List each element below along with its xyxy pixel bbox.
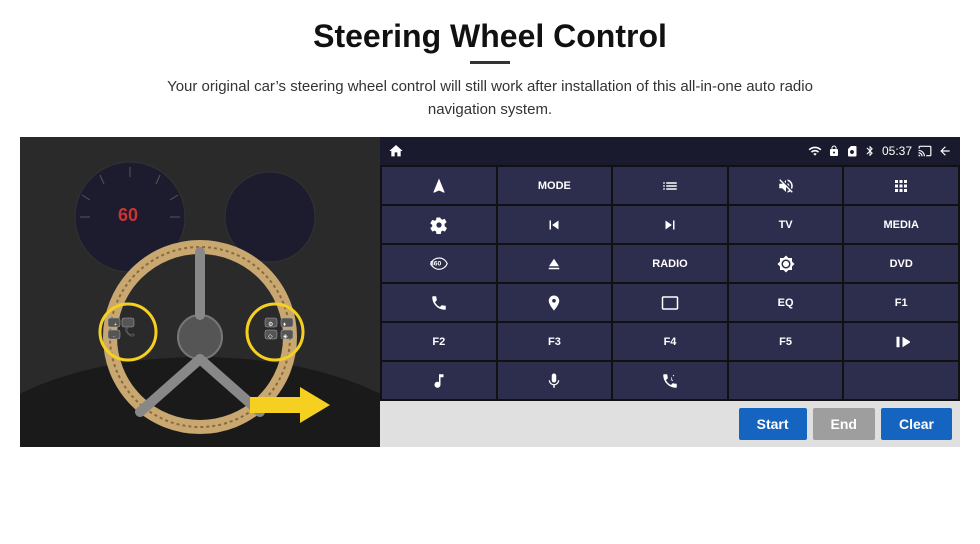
- status-left: [388, 143, 404, 159]
- empty1-button[interactable]: [729, 362, 843, 399]
- cam360-button[interactable]: 360: [382, 245, 496, 282]
- list-button[interactable]: [613, 167, 727, 204]
- music-button[interactable]: [382, 362, 496, 399]
- f2-button[interactable]: F2: [382, 323, 496, 360]
- media-button[interactable]: MEDIA: [844, 206, 958, 243]
- svg-text:♦: ♦: [283, 322, 286, 328]
- f1-button[interactable]: F1: [844, 284, 958, 321]
- mic-button[interactable]: [498, 362, 612, 399]
- brightness-button[interactable]: [729, 245, 843, 282]
- playpause-button[interactable]: [844, 323, 958, 360]
- radio-button[interactable]: RADIO: [613, 245, 727, 282]
- title-underline: [470, 61, 510, 64]
- end-button[interactable]: End: [813, 408, 875, 440]
- svg-text:+: +: [114, 322, 117, 328]
- page: Steering Wheel Control Your original car…: [0, 0, 980, 544]
- bluetooth-icon: [864, 145, 876, 157]
- bottom-bar: Start End Clear: [380, 401, 960, 447]
- svg-text:◈: ◈: [283, 334, 288, 340]
- start-button[interactable]: Start: [739, 408, 807, 440]
- button-grid: MODE: [380, 165, 960, 401]
- lock-icon: [828, 145, 840, 157]
- nav-button[interactable]: [382, 167, 496, 204]
- content-area: 60 + - 📞: [20, 137, 960, 447]
- status-bar: 05:37: [380, 137, 960, 165]
- f5-button[interactable]: F5: [729, 323, 843, 360]
- f4-button[interactable]: F4: [613, 323, 727, 360]
- apps-button[interactable]: [844, 167, 958, 204]
- steering-wheel-image: 60 + - 📞: [20, 137, 380, 447]
- tv-button[interactable]: TV: [729, 206, 843, 243]
- screen-button[interactable]: [613, 284, 727, 321]
- control-panel: 05:37 MODE: [380, 137, 960, 447]
- home-icon: [388, 143, 404, 159]
- svg-text:⚙: ⚙: [268, 321, 273, 328]
- status-right: 05:37: [808, 144, 952, 158]
- f3-button[interactable]: F3: [498, 323, 612, 360]
- back-icon: [938, 144, 952, 158]
- svg-text:60: 60: [118, 205, 138, 225]
- empty2-button[interactable]: [844, 362, 958, 399]
- settings-button[interactable]: [382, 206, 496, 243]
- page-title: Steering Wheel Control: [313, 18, 667, 55]
- clear-button[interactable]: Clear: [881, 408, 952, 440]
- next-button[interactable]: [613, 206, 727, 243]
- volphone-button[interactable]: /: [613, 362, 727, 399]
- cast-icon: [918, 144, 932, 158]
- sim-icon: [846, 145, 858, 157]
- subtitle: Your original car’s steering wheel contr…: [140, 76, 840, 121]
- eq-button[interactable]: EQ: [729, 284, 843, 321]
- mute-button[interactable]: [729, 167, 843, 204]
- svg-text:◇: ◇: [268, 334, 273, 340]
- eject-button[interactable]: [498, 245, 612, 282]
- dvd-button[interactable]: DVD: [844, 245, 958, 282]
- wifi-icon: [808, 144, 822, 158]
- phone-button[interactable]: [382, 284, 496, 321]
- svg-text:📞: 📞: [124, 326, 136, 337]
- mode-button[interactable]: MODE: [498, 167, 612, 204]
- time-display: 05:37: [882, 144, 912, 158]
- navi-button[interactable]: [498, 284, 612, 321]
- prev-button[interactable]: [498, 206, 612, 243]
